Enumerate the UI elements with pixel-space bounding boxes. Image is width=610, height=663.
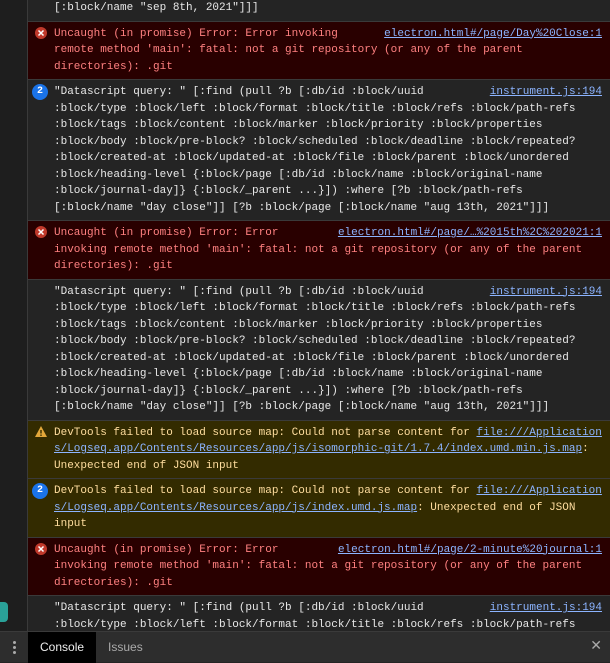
source-link[interactable]: electron.html#/page/Day%20Close:1 bbox=[384, 26, 602, 43]
console-message-warning: DevTools failed to load source map: Coul… bbox=[28, 420, 610, 479]
tab-issues[interactable]: Issues bbox=[96, 632, 155, 663]
source-link[interactable]: instrument.js:194 bbox=[490, 84, 602, 101]
message-text: DevTools failed to load source map: Coul… bbox=[54, 427, 476, 439]
kebab-icon bbox=[13, 641, 16, 654]
teal-indicator bbox=[0, 602, 8, 622]
source-link[interactable]: instrument.js:194 bbox=[490, 600, 602, 617]
drawer-menu-button[interactable] bbox=[0, 632, 28, 663]
drawer-tab-bar: Console Issues ✕ bbox=[0, 631, 610, 662]
close-drawer-button[interactable]: ✕ bbox=[590, 637, 602, 658]
console-message-info: instrument.js:194"Datascript query: " [:… bbox=[28, 279, 610, 420]
message-text: DevTools failed to load source map: Coul… bbox=[54, 485, 476, 497]
source-link[interactable]: electron.html#/page/…%2015th%2C%202021:1 bbox=[338, 225, 602, 242]
console-message-warning: 2 DevTools failed to load source map: Cou… bbox=[28, 478, 610, 537]
console-message-error: electron.html#/page/Day%20Close:1Uncaugh… bbox=[28, 21, 610, 80]
left-rail bbox=[0, 0, 28, 631]
console-message-info: 2 instrument.js:194"Datascript query: " [… bbox=[28, 79, 610, 220]
message-text: [:block/name "sep 8th, 2021"]]] bbox=[54, 2, 259, 14]
console-message-error: electron.html#/page/2-minute%20journal:1… bbox=[28, 537, 610, 596]
close-icon: ✕ bbox=[590, 639, 602, 655]
console-message-error: electron.html#/page/…%2015th%2C%202021:1… bbox=[28, 220, 610, 279]
console-message-info: instrument.js:194"Datascript query: " [:… bbox=[28, 595, 610, 631]
repeat-count-badge: 2 bbox=[32, 84, 48, 100]
tab-console[interactable]: Console bbox=[28, 632, 96, 663]
error-icon bbox=[34, 26, 48, 40]
console-messages: [:block/name "sep 8th, 2021"]]] electron.… bbox=[0, 0, 610, 631]
console-message-info: [:block/name "sep 8th, 2021"]]] bbox=[28, 0, 610, 21]
warning-icon bbox=[34, 425, 48, 439]
message-text: "Datascript query: " [:find (pull ?b [:d… bbox=[54, 86, 582, 214]
message-text: "Datascript query: " [:find (pull ?b [:d… bbox=[54, 286, 582, 414]
error-icon bbox=[34, 542, 48, 556]
error-icon bbox=[34, 225, 48, 239]
source-link[interactable]: electron.html#/page/2-minute%20journal:1 bbox=[338, 542, 602, 559]
source-link[interactable]: instrument.js:194 bbox=[490, 284, 602, 301]
repeat-count-badge: 2 bbox=[32, 483, 48, 499]
